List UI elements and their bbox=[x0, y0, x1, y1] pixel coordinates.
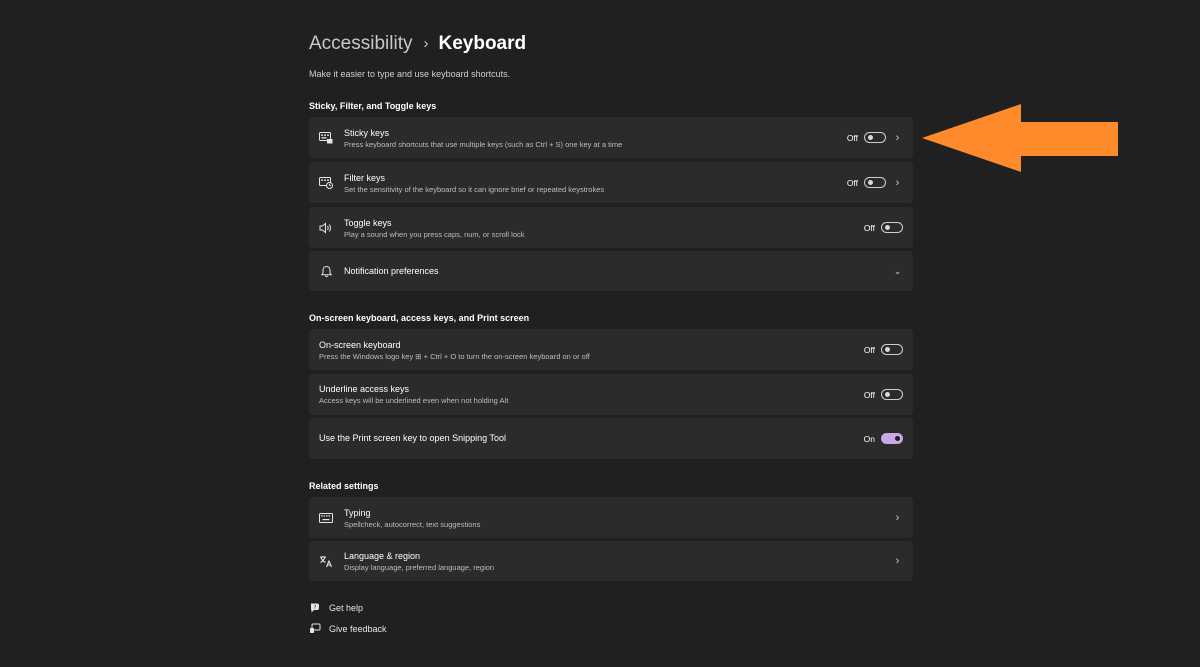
svg-text:?: ? bbox=[314, 605, 317, 611]
onscreen-keyboard-controls: Off bbox=[864, 329, 913, 370]
print-screen-controls: On bbox=[864, 418, 913, 459]
section-title-onscreen: On-screen keyboard, access keys, and Pri… bbox=[309, 313, 530, 323]
toggle-keys-controls: Off bbox=[864, 207, 913, 248]
chevron-right-icon: › bbox=[895, 555, 900, 567]
get-help-link[interactable]: ? Get help bbox=[309, 602, 363, 614]
sticky-keys-desc: Press keyboard shortcuts that use multip… bbox=[344, 140, 623, 149]
filter-keys-toggle[interactable] bbox=[864, 177, 886, 188]
print-screen-card[interactable]: Use the Print screen key to open Snippin… bbox=[309, 418, 913, 459]
breadcrumb-accessibility[interactable]: Accessibility bbox=[309, 33, 412, 55]
get-help-label: Get help bbox=[329, 603, 364, 613]
language-icon bbox=[319, 554, 333, 568]
give-feedback-link[interactable]: Give feedback bbox=[309, 623, 387, 635]
breadcrumb: Accessibility › Keyboard bbox=[309, 33, 526, 55]
toggle-keys-desc: Play a sound when you press caps, num, o… bbox=[344, 230, 525, 239]
print-screen-state: On bbox=[863, 433, 875, 444]
annotation-arrow-icon bbox=[922, 104, 1118, 172]
typing-text: Typing Spellcheck, autocorrect, text sug… bbox=[344, 508, 480, 530]
chevron-right-icon: › bbox=[895, 176, 900, 189]
typing-desc: Spellcheck, autocorrect, text suggestion… bbox=[344, 520, 481, 529]
toggle-knob bbox=[895, 436, 900, 441]
onscreen-keyboard-text: On-screen keyboard Press the Windows log… bbox=[319, 340, 590, 362]
filter-keys-text: Filter keys Set the sensitivity of the k… bbox=[344, 173, 604, 195]
underline-access-keys-toggle[interactable] bbox=[881, 389, 903, 400]
underline-access-keys-title: Underline access keys bbox=[319, 384, 410, 394]
print-screen-title: Use the Print screen key to open Snippin… bbox=[319, 433, 506, 443]
toggle-keys-title: Toggle keys bbox=[344, 218, 392, 228]
toggle-knob bbox=[885, 347, 890, 352]
filter-keys-desc: Set the sensitivity of the keyboard so i… bbox=[344, 185, 605, 194]
speaker-icon bbox=[319, 221, 333, 235]
sticky-keys-toggle[interactable] bbox=[864, 132, 886, 143]
sticky-keys-controls: Off › bbox=[847, 117, 913, 158]
chevron-right-icon: › bbox=[895, 511, 900, 524]
section-title-sticky: Sticky, Filter, and Toggle keys bbox=[309, 101, 437, 111]
toggle-knob bbox=[885, 225, 890, 230]
toggle-keys-state: Off bbox=[863, 222, 875, 233]
language-region-controls: › bbox=[886, 541, 913, 581]
onscreen-keyboard-card[interactable]: On-screen keyboard Press the Windows log… bbox=[309, 329, 913, 370]
give-feedback-label: Give feedback bbox=[329, 624, 387, 634]
toggle-keys-card[interactable]: Toggle keys Play a sound when you press … bbox=[309, 207, 913, 248]
notification-preferences-controls: ⌄ bbox=[886, 251, 913, 291]
filter-keys-title: Filter keys bbox=[344, 173, 386, 183]
typing-card[interactable]: Typing Spellcheck, autocorrect, text sug… bbox=[309, 497, 913, 538]
notification-preferences-title: Notification preferences bbox=[344, 266, 439, 276]
chevron-down-icon[interactable]: ⌄ bbox=[892, 266, 903, 277]
onscreen-keyboard-toggle[interactable] bbox=[881, 344, 903, 355]
keyboard-icon bbox=[319, 511, 333, 525]
underline-access-keys-text: Underline access keys Access keys will b… bbox=[319, 384, 508, 406]
sticky-keys-card[interactable]: Sticky keys Press keyboard shortcuts tha… bbox=[309, 117, 913, 158]
onscreen-keyboard-desc: Press the Windows logo key ⊞ + Ctrl + O … bbox=[319, 352, 590, 361]
page-subtitle: Make it easier to type and use keyboard … bbox=[309, 69, 511, 79]
toggle-keys-text: Toggle keys Play a sound when you press … bbox=[344, 218, 525, 240]
sticky-keys-title: Sticky keys bbox=[344, 128, 390, 138]
toggle-knob bbox=[868, 180, 873, 185]
toggle-keys-toggle[interactable] bbox=[881, 222, 903, 233]
underline-access-keys-controls: Off bbox=[864, 374, 913, 415]
underline-access-keys-desc: Access keys will be underlined even when… bbox=[319, 396, 509, 405]
filter-keys-controls: Off › bbox=[847, 162, 913, 203]
notification-preferences-text: Notification preferences bbox=[344, 266, 439, 277]
print-screen-text: Use the Print screen key to open Snippin… bbox=[319, 433, 506, 444]
filter-keys-card[interactable]: Filter keys Set the sensitivity of the k… bbox=[309, 162, 913, 203]
feedback-icon bbox=[309, 623, 321, 635]
language-region-card[interactable]: Language & region Display language, pref… bbox=[309, 541, 913, 581]
language-region-text: Language & region Display language, pref… bbox=[344, 551, 494, 573]
sticky-keys-text: Sticky keys Press keyboard shortcuts tha… bbox=[344, 128, 622, 150]
page-title: Keyboard bbox=[438, 33, 527, 54]
language-region-title: Language & region bbox=[344, 551, 421, 561]
filter-keys-icon bbox=[319, 176, 333, 190]
underline-access-keys-card[interactable]: Underline access keys Access keys will b… bbox=[309, 374, 913, 415]
section-title-related: Related settings bbox=[309, 481, 379, 491]
typing-controls: › bbox=[886, 497, 913, 538]
language-region-desc: Display language, preferred language, re… bbox=[344, 563, 495, 572]
bell-icon bbox=[319, 264, 333, 278]
onscreen-keyboard-state: Off bbox=[863, 344, 875, 355]
sticky-keys-state: Off bbox=[846, 132, 858, 143]
sticky-keys-icon bbox=[319, 131, 333, 145]
onscreen-keyboard-title: On-screen keyboard bbox=[319, 340, 401, 350]
filter-keys-state: Off bbox=[846, 177, 858, 188]
breadcrumb-separator: › bbox=[423, 34, 429, 52]
toggle-knob bbox=[868, 135, 873, 140]
chevron-right-icon: › bbox=[895, 131, 900, 144]
help-icon: ? bbox=[309, 602, 321, 614]
typing-title: Typing bbox=[344, 508, 371, 518]
print-screen-toggle[interactable] bbox=[881, 433, 903, 444]
notification-preferences-card[interactable]: Notification preferences ⌄ bbox=[309, 251, 913, 291]
underline-access-keys-state: Off bbox=[863, 389, 875, 400]
toggle-knob bbox=[885, 392, 890, 397]
